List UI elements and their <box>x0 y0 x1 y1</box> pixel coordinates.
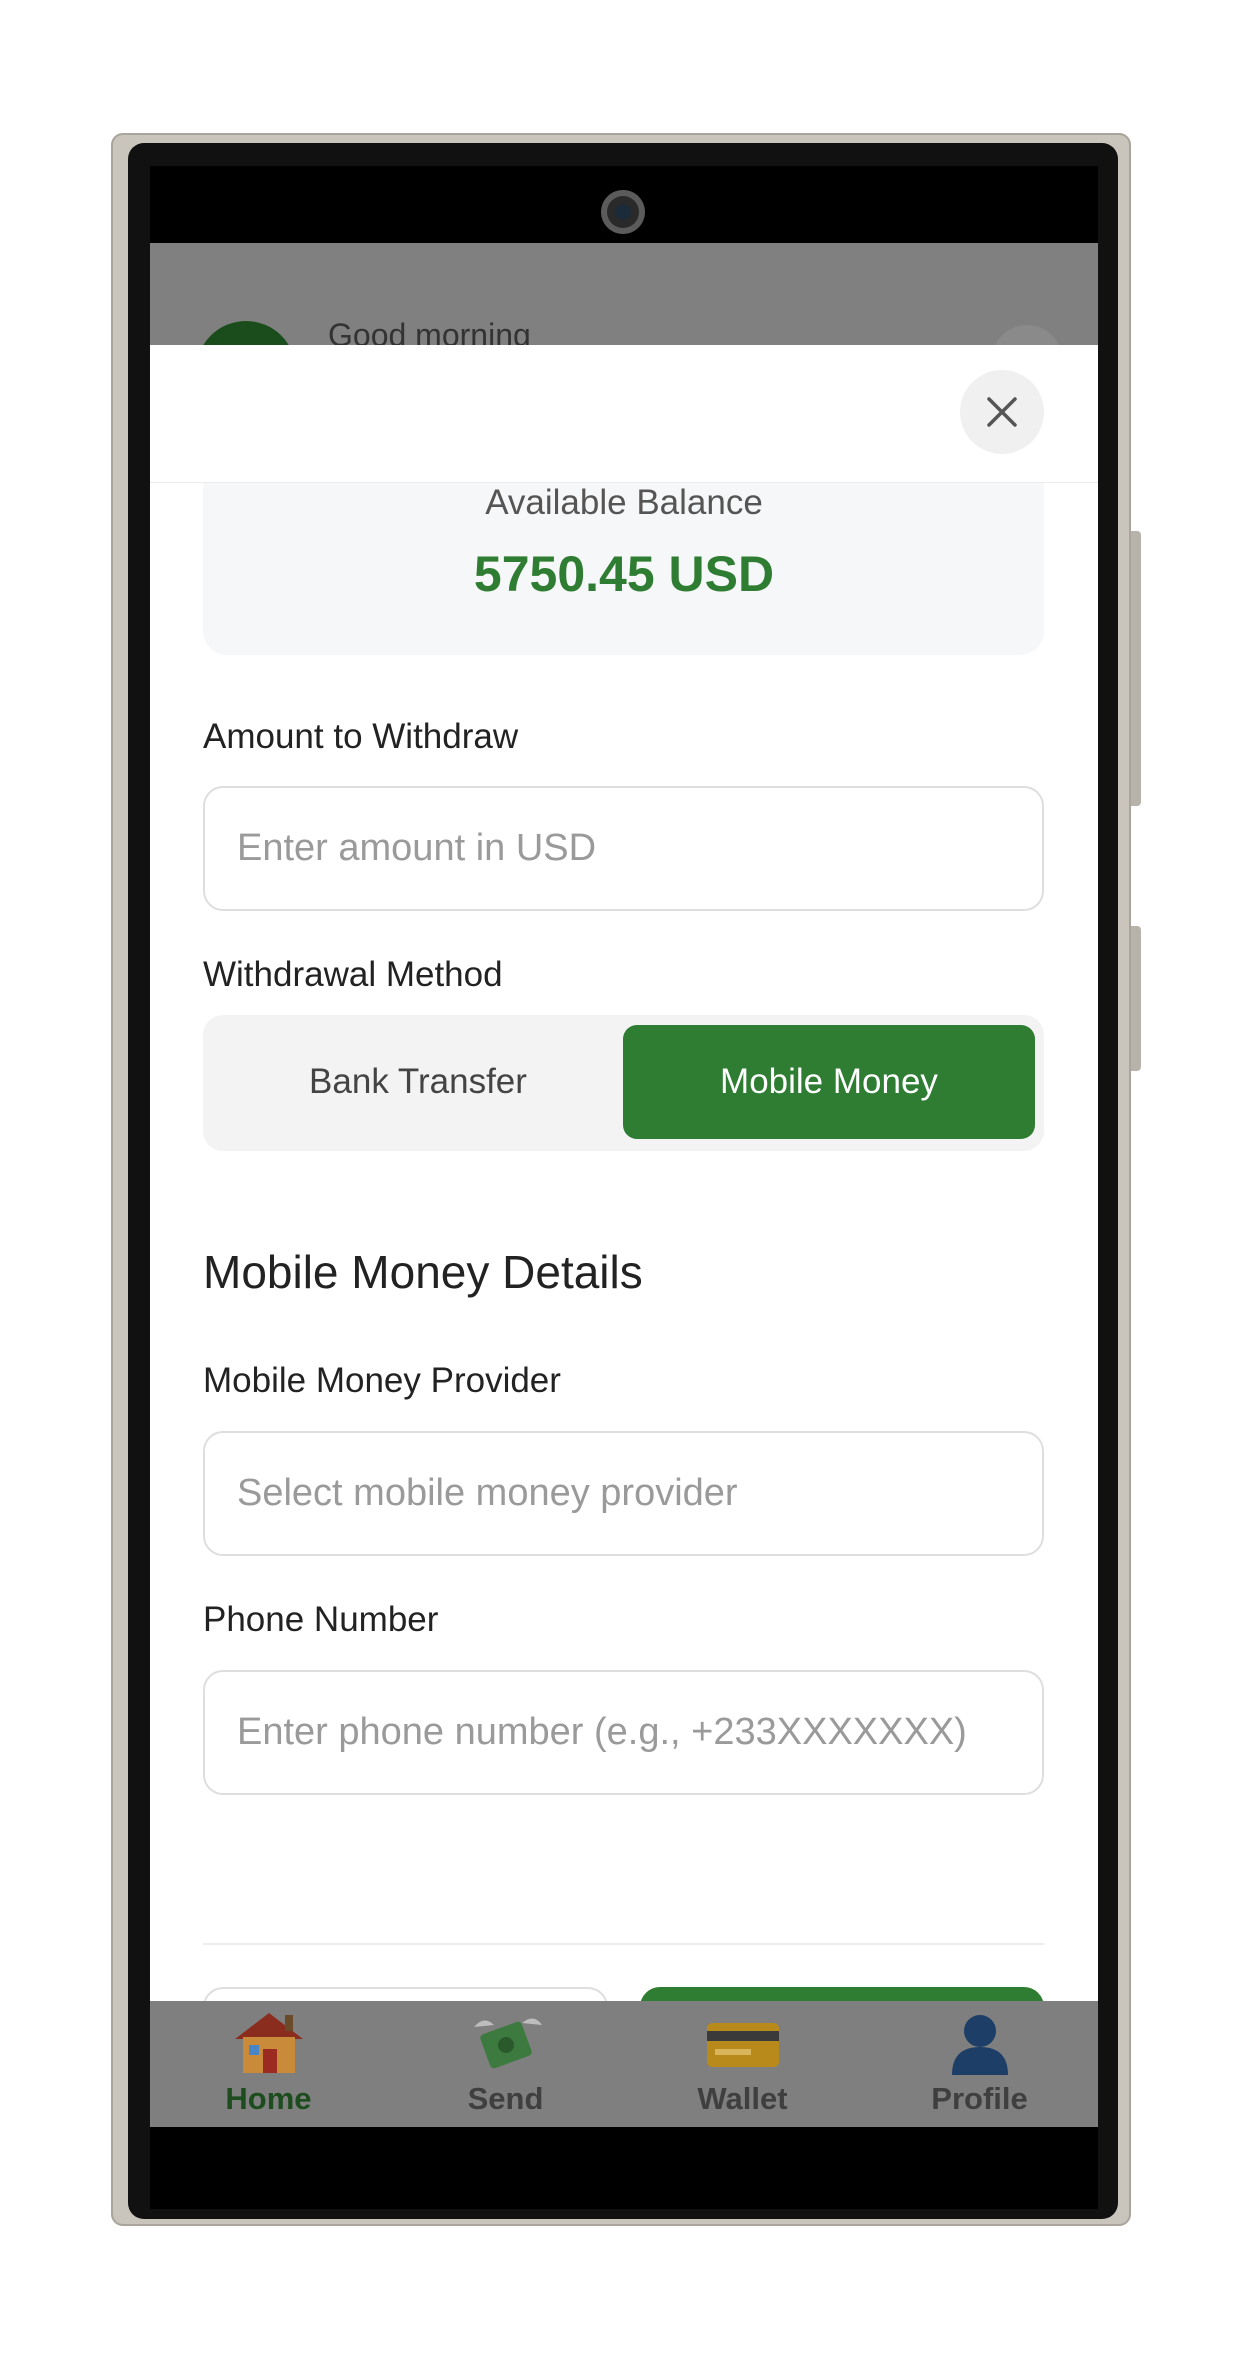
amount-label: Amount to Withdraw <box>203 717 519 756</box>
cancel-button[interactable] <box>203 1987 608 2001</box>
submit-withdraw-button[interactable] <box>640 1987 1044 2001</box>
amount-input[interactable] <box>203 786 1044 911</box>
withdrawal-method-label: Withdrawal Method <box>203 955 503 994</box>
nav-item-send[interactable]: Send <box>387 2001 624 2127</box>
phone-side-button <box>1131 531 1141 806</box>
mobile-money-section-title: Mobile Money Details <box>203 1246 643 1298</box>
balance-value: 5750.45 USD <box>473 546 775 602</box>
bottom-nav: Home Send Wallet Profile <box>150 2001 1098 2127</box>
credit-card-icon <box>624 2005 861 2090</box>
nav-item-profile[interactable]: Profile <box>861 2001 1098 2127</box>
mobile-money-option[interactable]: Mobile Money <box>623 1025 1035 1139</box>
close-button[interactable] <box>960 370 1044 454</box>
phone-volume-button <box>1131 926 1141 1071</box>
sheet-header <box>150 345 1098 483</box>
withdraw-sheet: Available Balance 5750.45 USD Amount to … <box>150 345 1098 2001</box>
withdrawal-method-toggle: Bank Transfer Mobile Money <box>203 1015 1044 1151</box>
money-with-wings-icon <box>387 2005 624 2090</box>
phone-input[interactable] <box>203 1670 1044 1795</box>
phone-screen: Good morning Available Balance 5750.45 U… <box>150 166 1098 2209</box>
provider-label: Mobile Money Provider <box>203 1361 561 1400</box>
bank-transfer-option[interactable]: Bank Transfer <box>213 1025 623 1139</box>
house-icon <box>150 2005 387 2090</box>
nav-label-wallet: Wallet <box>697 2081 788 2116</box>
nav-label-profile: Profile <box>931 2081 1028 2116</box>
person-silhouette-icon <box>861 2005 1098 2090</box>
nav-item-home[interactable]: Home <box>150 2001 387 2127</box>
footer-divider <box>203 1943 1044 1945</box>
background-header: Good morning <box>150 243 1098 421</box>
nav-label-send: Send <box>467 2081 544 2116</box>
nav-item-wallet[interactable]: Wallet <box>624 2001 861 2127</box>
provider-select[interactable] <box>203 1431 1044 1556</box>
front-camera <box>601 190 645 234</box>
phone-label: Phone Number <box>203 1600 439 1639</box>
app-content: Good morning Available Balance 5750.45 U… <box>150 243 1098 2127</box>
close-icon <box>987 397 1017 427</box>
balance-label: Available Balance <box>485 483 763 522</box>
nav-label-home: Home <box>225 2081 312 2116</box>
